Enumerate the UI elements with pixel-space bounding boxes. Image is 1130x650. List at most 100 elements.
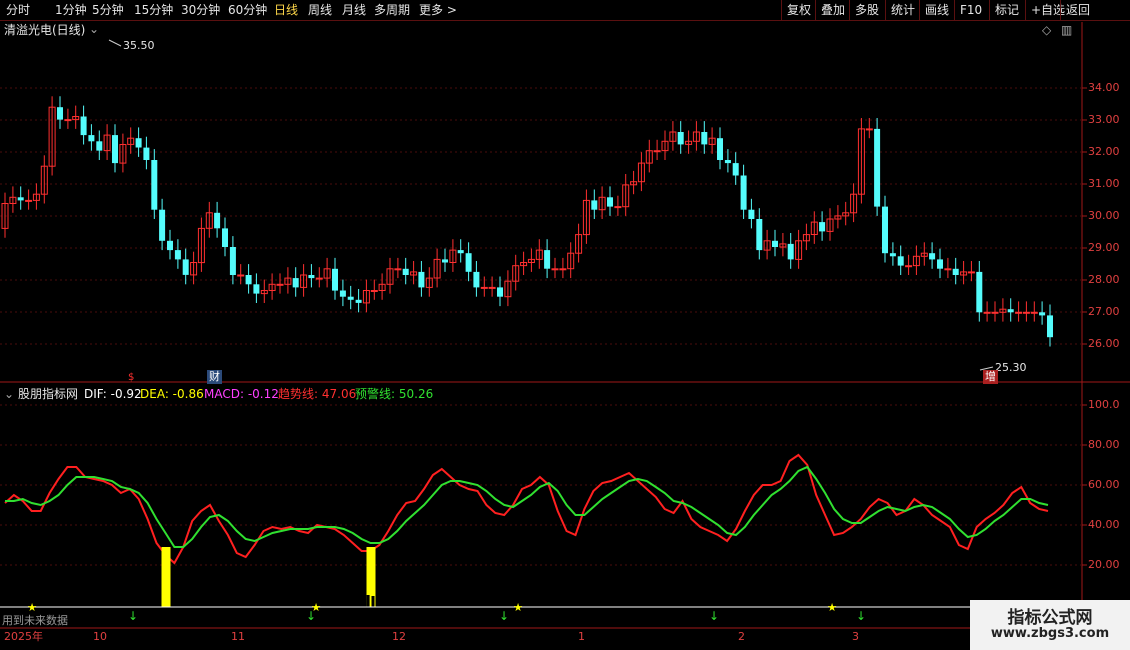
candle-body-down (607, 197, 613, 207)
candle-body-up (967, 271, 975, 274)
macd-histogram-bar (680, 599, 684, 607)
macd-histogram-bar (155, 607, 159, 613)
macd-histogram-bar (77, 601, 81, 607)
candle-body-down (787, 243, 794, 260)
candle-body-down (159, 209, 166, 241)
macd-histogram-bar (792, 607, 796, 615)
candle-body-down (772, 240, 778, 247)
candle-body-down (473, 271, 480, 288)
macd-histogram-bar (861, 599, 865, 607)
down-arrow-icon: ↓ (499, 609, 509, 623)
macd-histogram-bar (910, 601, 914, 607)
macd-histogram-bar (121, 600, 125, 607)
candle-body-down (929, 253, 936, 260)
macd-histogram-bar (557, 607, 561, 612)
macd-histogram-bar (106, 596, 110, 607)
candle-body-up (991, 311, 999, 314)
watermark-title: 指标公式网 (1007, 608, 1093, 628)
candle-body-down (897, 256, 904, 266)
candle-body-up (865, 128, 873, 131)
macd-histogram-bar (111, 597, 115, 607)
main-chart-settings-icon[interactable]: ⌄ (89, 22, 99, 36)
candle-body-down (245, 275, 252, 285)
candle-body-down (724, 160, 731, 164)
date-tick-label: 11 (231, 630, 245, 643)
macd-histogram-bar (650, 603, 654, 607)
macd-histogram-bar (376, 598, 380, 607)
candle-body-up (25, 199, 33, 202)
chart-canvas[interactable]: ★ ★ ★ ★↓ ↓ ↓ ↓ ↓ (0, 0, 1130, 650)
issue-event-marker[interactable]: 增 (983, 370, 998, 384)
date-tick-label: 2 (738, 630, 745, 643)
macd-histogram-bar (126, 603, 130, 607)
candle-body-down (347, 296, 354, 300)
candle-body-down (937, 259, 943, 269)
date-tick-label: 12 (392, 630, 406, 643)
candle-body-down (717, 138, 723, 160)
main-chart-title: 清溢光电(日线) (4, 23, 86, 37)
macd-histogram-bar (797, 607, 801, 616)
indicator-tick-label: 20.00 (1088, 558, 1120, 571)
macd-histogram-bar (552, 607, 556, 612)
trend-line (4, 453, 1049, 565)
macd-histogram-bar (214, 607, 218, 617)
macd-histogram-bar (361, 594, 365, 607)
date-tick-label: 2025年 (4, 630, 43, 643)
macd-histogram-bar (209, 607, 213, 615)
macd-histogram-bar (949, 597, 953, 607)
macd-histogram-bar (665, 602, 669, 607)
macd-histogram-bar (562, 607, 566, 612)
candle-body-up (394, 268, 402, 271)
macd-histogram-bar (734, 607, 738, 617)
macd-histogram-bar (62, 603, 66, 607)
dif-readout: DIF: -0.92 (84, 387, 142, 401)
indicator-settings-icon[interactable]: ⌄ (4, 387, 14, 401)
macd-histogram-bar (234, 607, 238, 620)
macd-histogram-bar (959, 602, 963, 607)
candle-body-up (480, 286, 488, 289)
macd-histogram-bar (587, 602, 591, 607)
candle-body-down (57, 107, 63, 120)
candle-body-up (276, 283, 284, 286)
dea-readout: DEA: -0.86 (140, 387, 204, 401)
candle-body-down (167, 240, 173, 251)
candle-body-down (339, 290, 346, 297)
panel-toggle-icon[interactable]: ▥ (1061, 23, 1072, 37)
macd-histogram-bar (851, 601, 855, 607)
macd-histogram-bar (253, 607, 257, 613)
macd-histogram-bar (768, 607, 772, 612)
dividend-event-marker[interactable]: $ (128, 371, 134, 385)
candle-body-down (229, 247, 236, 275)
price-tick-label: 32.00 (1088, 145, 1120, 158)
candle-body-down (308, 275, 315, 279)
future-data-note: 用到未来数据 (2, 614, 68, 627)
candle-body-down (701, 132, 708, 145)
price-tick-label: 31.00 (1088, 177, 1120, 190)
candle-body-down (497, 287, 503, 297)
candle-body-down (80, 116, 87, 136)
macd-histogram-bar (876, 600, 880, 607)
candle-body-down (889, 253, 896, 257)
candle-body-down (748, 209, 755, 219)
candle-body-down (442, 259, 448, 263)
macd-histogram-bar (13, 602, 17, 607)
diamond-icon[interactable]: ◇ (1042, 23, 1051, 37)
candle-body-up (983, 311, 991, 314)
indicator-tick-label: 100.0 (1088, 398, 1120, 411)
finance-event-marker[interactable]: 财 (207, 370, 222, 384)
macd-histogram-bar (244, 607, 248, 617)
macd-histogram-bar (763, 607, 767, 613)
macd-histogram-bar (778, 607, 782, 612)
price-tick-label: 33.00 (1088, 113, 1120, 126)
macd-histogram-bar (690, 600, 693, 607)
high-price-marker: 35.50 (123, 39, 155, 52)
macd-histogram-bar (474, 607, 478, 619)
candle-body-up (64, 119, 72, 122)
candle-body-up (614, 206, 622, 209)
macd-histogram-bar (900, 603, 904, 607)
macd-histogram-bar (102, 596, 105, 607)
macd-histogram-bar (611, 595, 615, 607)
down-arrow-icon: ↓ (709, 609, 719, 623)
macd-histogram-bar (469, 607, 473, 617)
macd-histogram-bar (386, 603, 390, 607)
